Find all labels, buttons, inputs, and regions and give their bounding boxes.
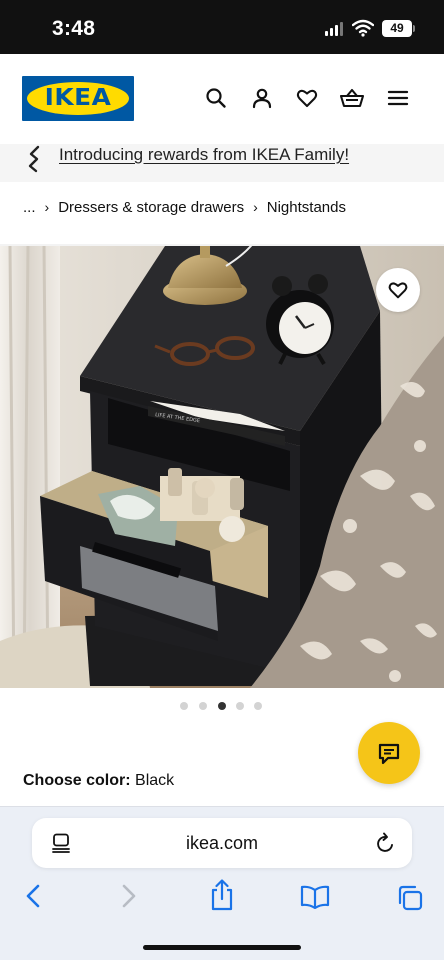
promo-link[interactable]: Introducing rewards from IKEA Family! [59, 145, 349, 165]
menu-icon[interactable] [386, 86, 410, 110]
color-value: Black [135, 772, 175, 789]
rewards-icon [28, 145, 40, 173]
carousel-dot[interactable] [199, 702, 207, 710]
breadcrumb-dressers[interactable]: Dressers & storage drawers [58, 199, 244, 216]
status-bar: 3:48 49 [0, 0, 444, 54]
promo-banner[interactable]: Introducing rewards from IKEA Family! [0, 144, 444, 182]
battery-icon [413, 25, 415, 32]
reload-icon[interactable] [376, 832, 396, 854]
color-label: Choose color: [23, 772, 131, 789]
nightstand-photo: LIFE AT THE EDGE [0, 246, 444, 688]
color-chooser[interactable]: Choose color: Black [23, 772, 174, 790]
ikea-logo[interactable]: IKEA [22, 76, 134, 121]
breadcrumb-separator: › [253, 199, 258, 215]
breadcrumb-ellipsis[interactable]: ... [23, 199, 36, 216]
carousel-dot-active[interactable] [218, 702, 226, 710]
forward-icon[interactable] [120, 883, 138, 909]
heart-icon[interactable] [295, 86, 319, 110]
carousel-dot[interactable] [254, 702, 262, 710]
share-icon[interactable] [209, 879, 235, 911]
cellular-signal-icon [325, 22, 345, 36]
breadcrumb-nightstands[interactable]: Nightstands [267, 199, 346, 216]
browser-toolbar: ikea.com [0, 806, 444, 960]
chat-icon [378, 743, 400, 765]
add-to-favorites-button[interactable] [376, 268, 420, 312]
profile-icon[interactable] [250, 86, 274, 110]
search-icon[interactable] [204, 86, 228, 110]
site-header: IKEA [0, 54, 444, 144]
carousel-dot[interactable] [236, 702, 244, 710]
breadcrumb-separator: › [44, 199, 50, 215]
home-indicator[interactable] [143, 945, 301, 950]
chat-button[interactable] [358, 722, 420, 784]
breadcrumb: ... › Dressers & storage drawers › Nightstan… [0, 182, 444, 244]
url-text[interactable]: ikea.com [32, 833, 412, 854]
product-image[interactable]: LIFE AT THE EDGE [0, 246, 444, 688]
wifi-icon [352, 19, 374, 37]
heart-icon [388, 282, 408, 299]
tabs-icon[interactable] [396, 884, 424, 912]
battery-level: 49 [382, 20, 412, 37]
cart-icon[interactable] [339, 86, 365, 110]
bookmarks-icon[interactable] [300, 885, 330, 909]
logo-text: IKEA [44, 85, 112, 111]
carousel-dots[interactable] [180, 702, 270, 712]
back-icon[interactable] [24, 883, 42, 909]
address-bar[interactable]: ikea.com [32, 818, 412, 868]
status-time: 3:48 [52, 17, 96, 40]
carousel-dot[interactable] [180, 702, 188, 710]
